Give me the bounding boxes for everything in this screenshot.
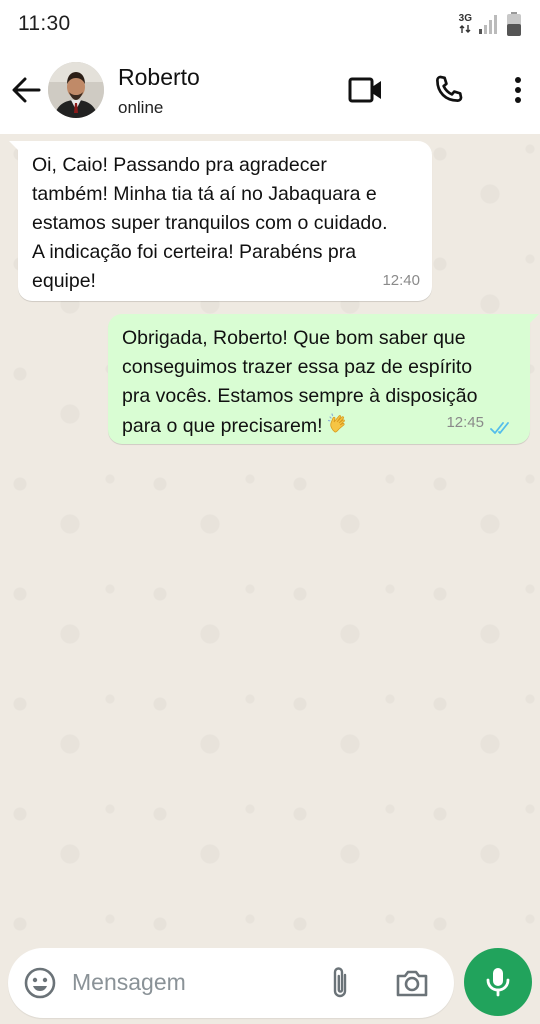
avatar[interactable] <box>48 62 104 118</box>
message-line: A indicação foi certeira! Parabéns pra <box>32 241 357 263</box>
message-composer: Mensagem <box>8 948 454 1018</box>
message-line: pra vocês. Estamos sempre à disposição <box>122 385 478 407</box>
video-call-button[interactable] <box>346 70 386 110</box>
chat-header: Roberto online <box>0 48 540 134</box>
avatar-photo <box>48 62 104 118</box>
message-time: 12:45 <box>446 414 484 431</box>
camera-button[interactable] <box>392 963 432 1003</box>
message-line: também! Minha tia tá aí no Jabaquara e <box>32 183 377 205</box>
chat-area[interactable]: Oi, Caio! Passando pra agradecer também!… <box>0 134 540 946</box>
read-receipt-icon <box>490 422 509 434</box>
chat-screen: 11:30 3G Roberto online Oi, Caio! Passan… <box>0 0 540 1024</box>
message-input[interactable]: Mensagem <box>72 969 186 996</box>
contact-status: online <box>118 98 164 117</box>
battery-icon <box>507 12 521 36</box>
message-line: conseguimos trazer essa paz de espírito <box>122 356 473 378</box>
status-time: 11:30 <box>18 12 71 35</box>
network-label: 3G <box>458 13 472 24</box>
message-line: Obrigada, Roberto! Que bom saber que <box>122 327 466 349</box>
signal-icon <box>479 15 497 34</box>
message-bubble-outgoing[interactable]: Obrigada, Roberto! Que bom saber que con… <box>108 314 539 444</box>
attach-icon <box>333 967 347 998</box>
voice-message-button[interactable] <box>464 948 532 1016</box>
clapping-hands-icon <box>327 413 345 433</box>
phone-icon <box>436 75 463 102</box>
message-bubble-incoming[interactable]: Oi, Caio! Passando pra agradecer também!… <box>9 141 432 301</box>
message-line: equipe! <box>32 270 96 292</box>
message-line: para o que precisarem! <box>122 415 323 437</box>
attach-button[interactable] <box>320 963 360 1003</box>
contact-name[interactable]: Roberto <box>118 64 200 91</box>
mic-icon <box>486 968 510 997</box>
voice-call-button[interactable] <box>428 70 468 110</box>
status-bar: 11:30 3G <box>0 0 540 48</box>
status-icons: 3G <box>459 11 522 37</box>
back-arrow-icon <box>12 77 41 103</box>
camera-icon <box>396 970 428 997</box>
back-button[interactable] <box>8 72 44 108</box>
message-time: 12:40 <box>382 272 420 289</box>
message-line: Oi, Caio! Passando pra agradecer <box>32 154 327 176</box>
emoji-icon <box>24 967 56 999</box>
message-line: estamos super tranquilos com o cuidado. <box>32 212 388 234</box>
message-text: Oi, Caio! Passando pra agradecer também!… <box>32 151 418 296</box>
network-icon: 3G <box>459 14 472 34</box>
more-options-button[interactable] <box>498 70 538 110</box>
more-options-icon <box>515 77 521 103</box>
emoji-button[interactable] <box>20 963 60 1003</box>
video-call-icon <box>348 77 381 103</box>
